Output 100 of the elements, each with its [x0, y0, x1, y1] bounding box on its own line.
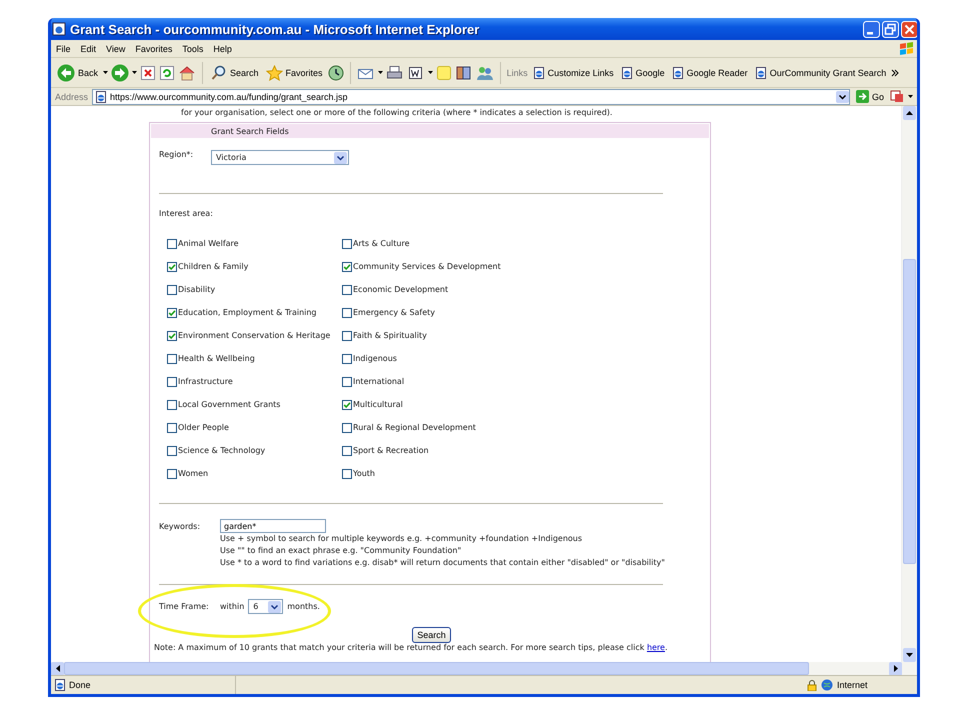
chevron-icon[interactable] — [891, 68, 900, 76]
checkbox-label: Rural & Regional Development — [353, 423, 476, 432]
page-icon — [754, 66, 767, 78]
caret-icon[interactable] — [428, 71, 433, 74]
checkbox[interactable] — [342, 238, 352, 248]
checkbox[interactable] — [342, 284, 352, 294]
page-icon — [672, 66, 684, 78]
checkbox[interactable] — [167, 284, 177, 294]
up-arrow-icon — [906, 111, 913, 115]
minimize-button[interactable] — [863, 20, 880, 38]
favorite-link[interactable]: OurCommunity Grant Search — [752, 66, 888, 78]
go-arrow-icon — [856, 90, 869, 103]
favorite-link[interactable]: Customize Links — [530, 66, 616, 78]
checkbox[interactable] — [342, 330, 352, 340]
checkbox-label: Disability — [178, 285, 216, 294]
caret-icon[interactable] — [378, 71, 383, 74]
horizontal-scrollbar[interactable] — [51, 662, 917, 675]
checkbox[interactable] — [167, 238, 177, 248]
checkbox[interactable] — [342, 400, 352, 410]
page-icon — [620, 66, 633, 78]
menu-item[interactable]: Favorites — [130, 44, 178, 54]
menu-item[interactable]: View — [101, 44, 130, 54]
address-label: Address — [55, 92, 88, 102]
zone-text: Internet — [837, 680, 868, 690]
close-button[interactable] — [901, 20, 917, 38]
checkbox-label: Arts & Culture — [353, 239, 410, 248]
checkbox[interactable] — [167, 422, 177, 432]
checkbox[interactable] — [167, 330, 177, 340]
instructions-text: for your organisation, select one or more of the following criteria (where * indicates a selection is required). — [181, 107, 614, 119]
history-icon[interactable] — [328, 64, 344, 80]
keywords-field[interactable]: garden* — [220, 519, 326, 533]
checkbox[interactable] — [342, 354, 352, 364]
links-label: Links — [506, 68, 528, 78]
search-button[interactable]: Search — [209, 64, 261, 80]
panel-title: Grant Search Fields — [211, 126, 289, 136]
checkbox-label: Children & Family — [178, 262, 248, 271]
checkbox-label: Community Services & Development — [353, 262, 501, 271]
interest-area-label: Interest area: — [159, 209, 214, 218]
checkbox[interactable] — [342, 446, 352, 456]
down-arrow-icon — [906, 653, 913, 657]
checkbox-label: Infrastructure — [178, 377, 233, 386]
favorites-button[interactable]: Favorites — [264, 64, 325, 80]
menu-item[interactable]: Edit — [76, 44, 102, 54]
maximize-button[interactable] — [882, 20, 899, 38]
checkbox-label: International — [353, 377, 404, 386]
checkbox-label: Multicultural — [353, 400, 403, 409]
caret-icon[interactable] — [908, 95, 913, 98]
checkbox-label: Health & Wellbeing — [178, 354, 255, 363]
browser-icon — [52, 22, 66, 36]
checkbox[interactable] — [167, 262, 177, 272]
lock-icon — [807, 679, 817, 691]
months-select[interactable]: 6 — [248, 599, 284, 614]
checkbox[interactable] — [342, 422, 352, 432]
checkbox-label: Faith & Spirituality — [353, 331, 427, 340]
document-icon[interactable] — [406, 64, 425, 80]
hint-text: Use + symbol to search for multiple keywords e.g. +community +foundation +Indigenous — [220, 533, 584, 545]
stop-icon[interactable] — [140, 64, 156, 80]
checkbox[interactable] — [167, 354, 177, 364]
printer-icon[interactable] — [386, 64, 404, 80]
checkbox[interactable] — [167, 446, 177, 456]
help-link[interactable]: here — [646, 643, 665, 652]
checkbox-label: Economic Development — [353, 285, 448, 294]
favorite-link[interactable]: Google Reader — [670, 66, 750, 78]
refresh-icon[interactable] — [159, 64, 176, 80]
menu-item[interactable]: Tools — [177, 44, 208, 54]
search-button[interactable]: Search — [412, 627, 451, 643]
checkbox[interactable] — [167, 400, 177, 410]
checkbox-label: Youth — [353, 469, 375, 478]
go-button[interactable]: Go — [854, 90, 886, 103]
address-field[interactable]: https://www.ourcommunity.com.au/funding/grant_search.jsp — [92, 88, 850, 104]
checkbox[interactable] — [342, 468, 352, 478]
menu-item[interactable]: File — [51, 44, 76, 54]
time-frame-label: Time Frame: — [159, 602, 210, 611]
menu-item[interactable]: Help — [208, 44, 237, 54]
book-icon[interactable] — [454, 64, 473, 80]
keywords-label: Keywords: — [159, 522, 202, 530]
checkbox[interactable] — [342, 376, 352, 386]
home-icon[interactable] — [178, 64, 196, 80]
checkbox[interactable] — [167, 376, 177, 386]
vertical-scrollbar[interactable] — [901, 106, 917, 662]
checkbox[interactable] — [167, 468, 177, 478]
page-icon — [95, 90, 108, 102]
status-text: Done — [69, 680, 91, 690]
favorite-link[interactable]: Google — [618, 66, 667, 78]
search-icon — [211, 64, 228, 80]
caret-icon[interactable] — [132, 71, 138, 74]
page-icon — [54, 679, 66, 691]
window-title: Grant Search - ourcommunity.com.au - Microsoft Internet Explorer — [70, 22, 480, 36]
checkbox[interactable] — [342, 308, 352, 318]
back-button[interactable]: Back — [55, 64, 100, 82]
checkbox-label: Sport & Recreation — [353, 446, 429, 455]
region-select[interactable]: Victoria — [211, 150, 349, 165]
checkbox-label: Indigenous — [353, 354, 397, 363]
checkbox[interactable] — [167, 308, 177, 318]
caret-icon[interactable] — [103, 71, 108, 74]
page-icon — [532, 66, 545, 78]
hint-text: Use * to a word to find variations e.g. disab* will return documents that contain either "disabled" or "disability" — [220, 557, 666, 569]
region-label: Region*: — [159, 150, 194, 159]
months-text: months. — [287, 602, 320, 611]
checkbox[interactable] — [342, 262, 352, 272]
